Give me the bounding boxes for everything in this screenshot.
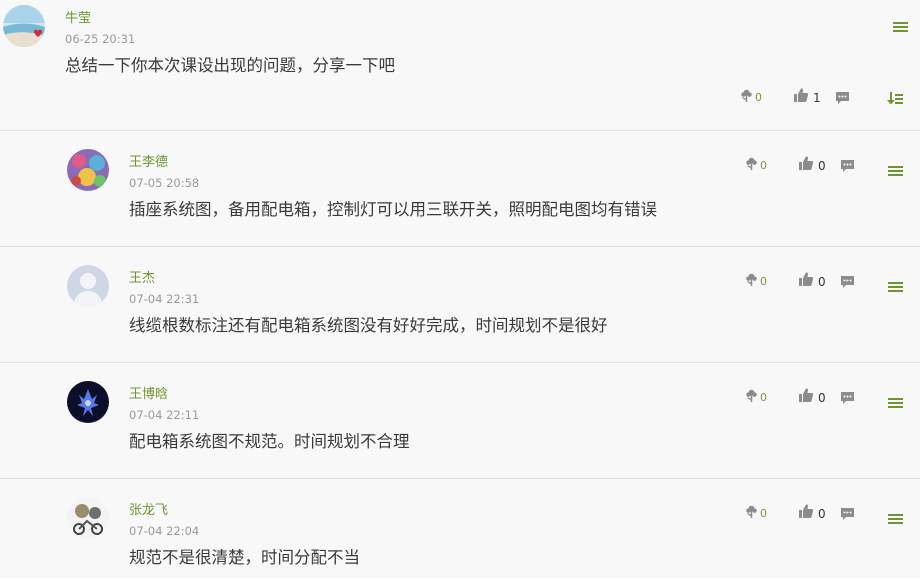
avatar[interactable] — [67, 149, 109, 191]
menu-icon[interactable] — [893, 18, 908, 37]
comment-icon[interactable] — [840, 390, 855, 409]
author-name[interactable]: 牛莹 — [65, 11, 91, 27]
flower-count: 0 — [755, 91, 762, 104]
reply-text: 配电箱系统图不规范。时间规划不合理 — [129, 432, 410, 451]
menu-icon[interactable] — [888, 278, 903, 297]
thumbs-up-icon[interactable] — [798, 155, 814, 175]
post-time: 07-04 22:31 — [129, 292, 200, 306]
flower-icon[interactable] — [744, 388, 759, 407]
reply-text: 线缆根数标注还有配电箱系统图没有好好完成，时间规划不是很好 — [129, 316, 608, 335]
thumbs-up-icon[interactable] — [793, 87, 809, 107]
menu-icon[interactable] — [888, 510, 903, 529]
flower-icon[interactable] — [744, 504, 759, 523]
avatar[interactable] — [67, 265, 109, 307]
thumbs-up-icon[interactable] — [798, 503, 814, 523]
author-name[interactable]: 张龙飞 — [129, 503, 168, 519]
flower-icon[interactable] — [744, 156, 759, 175]
author-name[interactable]: 王杰 — [129, 271, 155, 287]
flower-count: 0 — [760, 507, 767, 520]
like-count: 0 — [818, 159, 826, 173]
post-text: 总结一下你本次课设出现的问题，分享一下吧 — [65, 56, 395, 75]
reply-item: 王杰 07-04 22:31 线缆根数标注还有配电箱系统图没有好好完成，时间规划… — [0, 247, 920, 362]
flower-count: 0 — [760, 275, 767, 288]
author-name[interactable]: 王李德 — [129, 155, 168, 171]
comment-icon[interactable] — [840, 506, 855, 525]
flower-icon[interactable] — [744, 272, 759, 291]
reply-item: 王博晗 07-04 22:11 配电箱系统图不规范。时间规划不合理 0 0 — [0, 363, 920, 478]
menu-icon[interactable] — [888, 394, 903, 413]
post-time: 07-04 22:11 — [129, 408, 200, 422]
like-count: 0 — [818, 275, 826, 289]
main-post: 牛莹 06-25 20:31 总结一下你本次课设出现的问题，分享一下吧 0 1 — [0, 0, 920, 130]
sort-icon[interactable] — [887, 90, 903, 109]
avatar[interactable] — [67, 497, 109, 539]
like-count: 1 — [813, 91, 821, 105]
author-name[interactable]: 王博晗 — [129, 387, 168, 403]
thumbs-up-icon[interactable] — [798, 387, 814, 407]
flower-count: 0 — [760, 391, 767, 404]
reply-text: 规范不是很清楚，时间分配不当 — [129, 548, 360, 567]
post-time: 07-05 20:58 — [129, 176, 200, 190]
flower-icon[interactable] — [739, 88, 754, 107]
reply-text: 插座系统图，备用配电箱，控制灯可以用三联开关，照明配电图均有错误 — [129, 200, 657, 219]
menu-icon[interactable] — [888, 162, 903, 181]
like-count: 0 — [818, 507, 826, 521]
like-count: 0 — [818, 391, 826, 405]
reply-item: 张龙飞 07-04 22:04 规范不是很清楚，时间分配不当 0 0 — [0, 479, 920, 578]
avatar[interactable] — [67, 381, 109, 423]
avatar[interactable] — [3, 5, 45, 47]
post-time: 06-25 20:31 — [65, 32, 136, 46]
comment-icon[interactable] — [840, 158, 855, 177]
comment-icon[interactable] — [835, 90, 850, 109]
thumbs-up-icon[interactable] — [798, 271, 814, 291]
post-time: 07-04 22:04 — [129, 524, 200, 538]
flower-count: 0 — [760, 159, 767, 172]
comment-icon[interactable] — [840, 274, 855, 293]
reply-item: 王李德 07-05 20:58 插座系统图，备用配电箱，控制灯可以用三联开关，照… — [0, 131, 920, 246]
